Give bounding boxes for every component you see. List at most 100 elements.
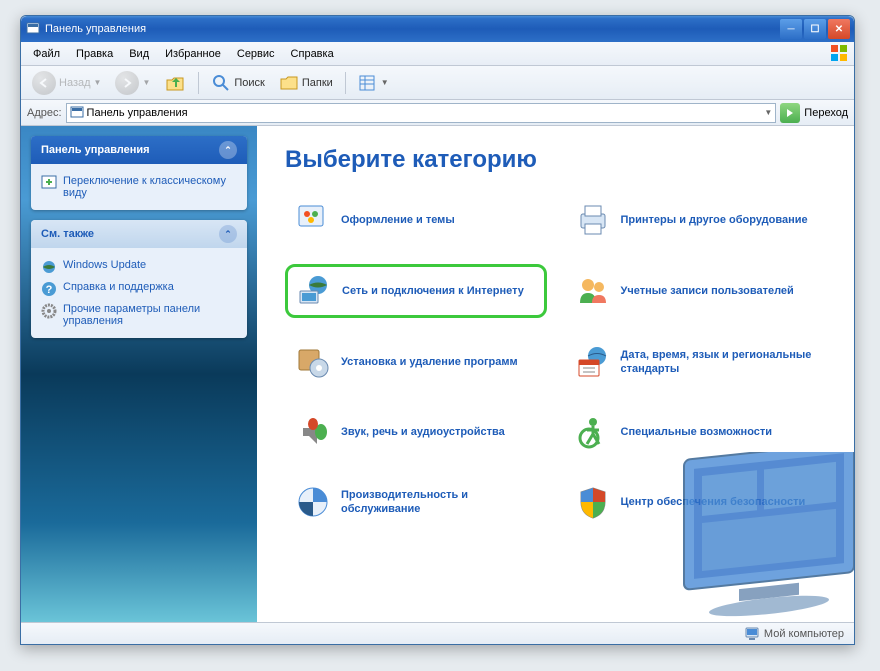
category-label: Производительность и обслуживание	[341, 488, 537, 517]
body-area: Панель управления ⌃ Переключение к класс…	[21, 126, 854, 622]
main-content: Выберите категорию Оформление и темы При…	[257, 126, 854, 622]
category-users[interactable]: Учетные записи пользователей	[565, 264, 827, 318]
category-label: Специальные возможности	[621, 425, 773, 439]
arrow-right-icon	[784, 107, 796, 119]
panel-title: Панель управления	[41, 144, 150, 156]
panel-header[interactable]: Панель управления ⌃	[31, 136, 247, 164]
back-icon	[32, 71, 56, 95]
other-options-link[interactable]: Прочие параметры панели управления	[41, 300, 237, 330]
forward-icon	[115, 71, 139, 95]
views-button[interactable]: ▼	[353, 71, 394, 95]
svg-text:?: ?	[46, 284, 53, 296]
category-dateregion[interactable]: Дата, время, язык и региональные стандар…	[565, 336, 827, 388]
computer-icon	[744, 627, 760, 641]
titlebar[interactable]: Панель управления ─ ☐ ✕	[21, 16, 854, 42]
back-button[interactable]: Назад ▼	[27, 68, 106, 98]
link-label: Переключение к классическому виду	[63, 175, 237, 199]
search-label: Поиск	[234, 77, 264, 89]
window-frame: Панель управления ─ ☐ ✕ Файл Правка Вид …	[20, 15, 855, 645]
link-label: Справка и поддержка	[63, 281, 174, 293]
security-icon	[575, 484, 611, 520]
switch-view-icon	[41, 175, 57, 191]
category-grid: Оформление и темы Принтеры и другое обор…	[285, 194, 826, 528]
category-label: Сеть и подключения к Интернету	[342, 284, 524, 298]
performance-icon	[295, 484, 331, 520]
category-label: Оформление и темы	[341, 213, 455, 227]
category-label: Звук, речь и аудиоустройства	[341, 425, 505, 439]
menu-view[interactable]: Вид	[121, 45, 157, 63]
sidebar: Панель управления ⌃ Переключение к класс…	[21, 126, 257, 622]
menu-edit[interactable]: Правка	[68, 45, 121, 63]
globe-icon	[41, 259, 57, 275]
sound-icon	[295, 414, 331, 450]
go-label: Переход	[804, 107, 848, 119]
address-value: Панель управления	[87, 107, 188, 119]
folder-up-icon	[164, 72, 186, 94]
search-button[interactable]: Поиск	[206, 70, 269, 96]
folders-label: Папки	[302, 77, 333, 89]
users-icon	[575, 273, 611, 309]
maximize-button[interactable]: ☐	[804, 19, 826, 39]
printer-icon	[575, 202, 611, 238]
accessibility-icon	[575, 414, 611, 450]
gear-icon	[41, 303, 57, 319]
window-title: Панель управления	[45, 23, 780, 35]
category-label: Дата, время, язык и региональные стандар…	[621, 348, 817, 377]
switch-classic-link[interactable]: Переключение к классическому виду	[41, 172, 237, 202]
folders-icon	[279, 73, 299, 93]
category-performance[interactable]: Производительность и обслуживание	[285, 476, 547, 528]
chevron-down-icon: ▼	[142, 78, 150, 87]
toolbar: Назад ▼ ▼ Поиск Папки ▼	[21, 66, 854, 100]
status-text: Мой компьютер	[764, 628, 844, 640]
go-button[interactable]	[780, 103, 800, 123]
address-input[interactable]: Панель управления ▼	[66, 103, 777, 123]
help-icon: ?	[41, 281, 57, 297]
category-label: Принтеры и другое оборудование	[621, 213, 808, 227]
panel-title: См. также	[41, 228, 94, 240]
forward-button[interactable]: ▼	[110, 68, 155, 98]
back-label: Назад	[59, 77, 91, 89]
help-support-link[interactable]: ? Справка и поддержка	[41, 278, 237, 300]
separator	[198, 72, 199, 94]
network-icon	[296, 273, 332, 309]
title-icon	[25, 21, 41, 37]
addremove-icon	[295, 344, 331, 380]
collapse-icon[interactable]: ⌃	[219, 141, 237, 159]
category-appearance[interactable]: Оформление и темы	[285, 194, 547, 246]
palette-icon	[295, 202, 331, 238]
search-icon	[211, 73, 231, 93]
addressbar: Адрес: Панель управления ▼ Переход	[21, 100, 854, 126]
windows-update-link[interactable]: Windows Update	[41, 256, 237, 278]
category-label: Установка и удаление программ	[341, 355, 518, 369]
category-network[interactable]: Сеть и подключения к Интернету	[285, 264, 547, 318]
panel-header[interactable]: См. также ⌃	[31, 220, 247, 248]
page-title: Выберите категорию	[285, 146, 826, 174]
control-panel-icon	[70, 106, 84, 120]
separator	[345, 72, 346, 94]
category-accessibility[interactable]: Специальные возможности	[565, 406, 827, 458]
menu-tools[interactable]: Сервис	[229, 45, 283, 63]
category-security[interactable]: Центр обеспечения безопасности	[565, 476, 827, 528]
views-icon	[358, 74, 378, 92]
collapse-icon[interactable]: ⌃	[219, 225, 237, 243]
chevron-down-icon: ▼	[381, 78, 389, 87]
chevron-down-icon: ▼	[94, 78, 102, 87]
link-label: Прочие параметры панели управления	[63, 303, 237, 327]
link-label: Windows Update	[63, 259, 146, 271]
panel-see-also: См. также ⌃ Windows Update ? Справка и п…	[31, 220, 247, 338]
up-button[interactable]	[159, 69, 191, 97]
chevron-down-icon[interactable]: ▼	[764, 108, 772, 117]
menu-file[interactable]: Файл	[25, 45, 68, 63]
menu-favorites[interactable]: Избранное	[157, 45, 229, 63]
category-sound[interactable]: Звук, речь и аудиоустройства	[285, 406, 547, 458]
minimize-button[interactable]: ─	[780, 19, 802, 39]
close-button[interactable]: ✕	[828, 19, 850, 39]
category-printers[interactable]: Принтеры и другое оборудование	[565, 194, 827, 246]
dateregion-icon	[575, 344, 611, 380]
address-label: Адрес:	[27, 107, 62, 119]
menubar: Файл Правка Вид Избранное Сервис Справка	[21, 42, 854, 66]
folders-button[interactable]: Папки	[274, 70, 338, 96]
category-addremove[interactable]: Установка и удаление программ	[285, 336, 547, 388]
category-label: Учетные записи пользователей	[621, 284, 794, 298]
menu-help[interactable]: Справка	[283, 45, 342, 63]
